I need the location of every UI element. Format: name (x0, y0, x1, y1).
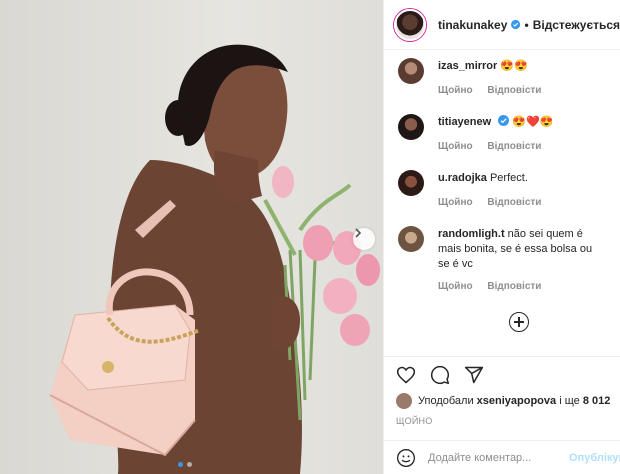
comment-username[interactable]: randomligh.t (438, 228, 505, 240)
comment-avatar[interactable] (398, 58, 424, 84)
comment-text: Perfect. (489, 172, 528, 184)
comment-time: Щойно (438, 197, 473, 208)
post-image (49, 44, 380, 474)
comment-item: izas_mirror 😍😍 Щойно Відповісти (398, 58, 610, 106)
post-timestamp: ЩОЙНО (396, 416, 433, 426)
verified-badge-icon (511, 19, 521, 30)
comment-item: titiayenew 😍❤️😍 Щойно Відповісти (398, 114, 610, 162)
likes-middle: і ще (559, 395, 580, 407)
comment-username[interactable]: u.radojka (438, 172, 487, 184)
comment-time: Щойно (438, 85, 473, 96)
comment-avatar[interactable] (398, 226, 424, 252)
comment-username[interactable]: izas_mirror (438, 60, 497, 72)
comment-time: Щойно (438, 141, 473, 152)
likes-summary: Уподобали xseniyapopova і ще 8 012 (396, 393, 610, 409)
liker-avatar[interactable] (396, 393, 412, 409)
comment-composer: Опублікувати (384, 440, 620, 474)
comment-item: u.radojka Perfect. Щойно Відповісти (398, 170, 610, 218)
comment-meta: Щойно Відповісти (438, 281, 553, 292)
reply-button[interactable]: Відповісти (487, 85, 541, 96)
verified-badge-icon (498, 115, 510, 126)
comment-bubble-icon[interactable] (430, 365, 450, 385)
reply-button[interactable]: Відповісти (487, 141, 541, 152)
load-more-comments-icon[interactable] (509, 312, 529, 332)
reply-button[interactable]: Відповісти (487, 197, 541, 208)
share-send-icon[interactable] (464, 365, 484, 385)
comment-text-block: u.radojka Perfect. (438, 171, 606, 186)
comment-input[interactable] (428, 451, 558, 464)
carousel-dot (187, 462, 192, 467)
author-avatar[interactable] (394, 8, 426, 41)
post-photo[interactable] (0, 0, 383, 474)
comment-item: randomligh.t não sei quem é mais bonita,… (398, 226, 610, 296)
likes-prefix: Уподобали (418, 395, 474, 407)
carousel-next-button[interactable] (353, 228, 375, 250)
post-header: tinakunakey • Відстежується (384, 0, 620, 50)
following-button[interactable]: Відстежується (533, 18, 620, 32)
emoji-smiley-icon[interactable] (396, 448, 416, 468)
reply-button[interactable]: Відповісти (487, 281, 541, 292)
comment-meta: Щойно Відповісти (438, 85, 553, 96)
comment-text-block: titiayenew 😍❤️😍 (438, 115, 606, 130)
chevron-right-icon (355, 228, 362, 238)
post-side-panel: tinakunakey • Відстежується izas_mirror … (383, 0, 620, 474)
comment-text-block: izas_mirror 😍😍 (438, 59, 606, 74)
comment-username[interactable]: titiayenew (438, 116, 491, 128)
comment-meta: Щойно Відповісти (438, 141, 553, 152)
author-username[interactable]: tinakunakey (438, 18, 507, 32)
comment-text-block: randomligh.t não sei quem é mais bonita,… (438, 227, 606, 272)
publish-button[interactable]: Опублікувати (569, 452, 620, 464)
carousel-dot-active (178, 462, 183, 467)
comment-text: 😍😍 (500, 60, 528, 72)
likes-count[interactable]: 8 012 (583, 395, 611, 407)
comment-meta: Щойно Відповісти (438, 197, 553, 208)
comment-time: Щойно (438, 281, 473, 292)
comment-avatar[interactable] (398, 114, 424, 140)
liker-username[interactable]: xseniyapopova (477, 395, 556, 407)
separator-dot: • (524, 17, 529, 32)
comment-text: 😍❤️😍 (512, 116, 554, 128)
comment-avatar[interactable] (398, 170, 424, 196)
post-actions (384, 356, 620, 392)
carousel-indicator (178, 462, 192, 467)
like-heart-icon[interactable] (396, 365, 416, 385)
